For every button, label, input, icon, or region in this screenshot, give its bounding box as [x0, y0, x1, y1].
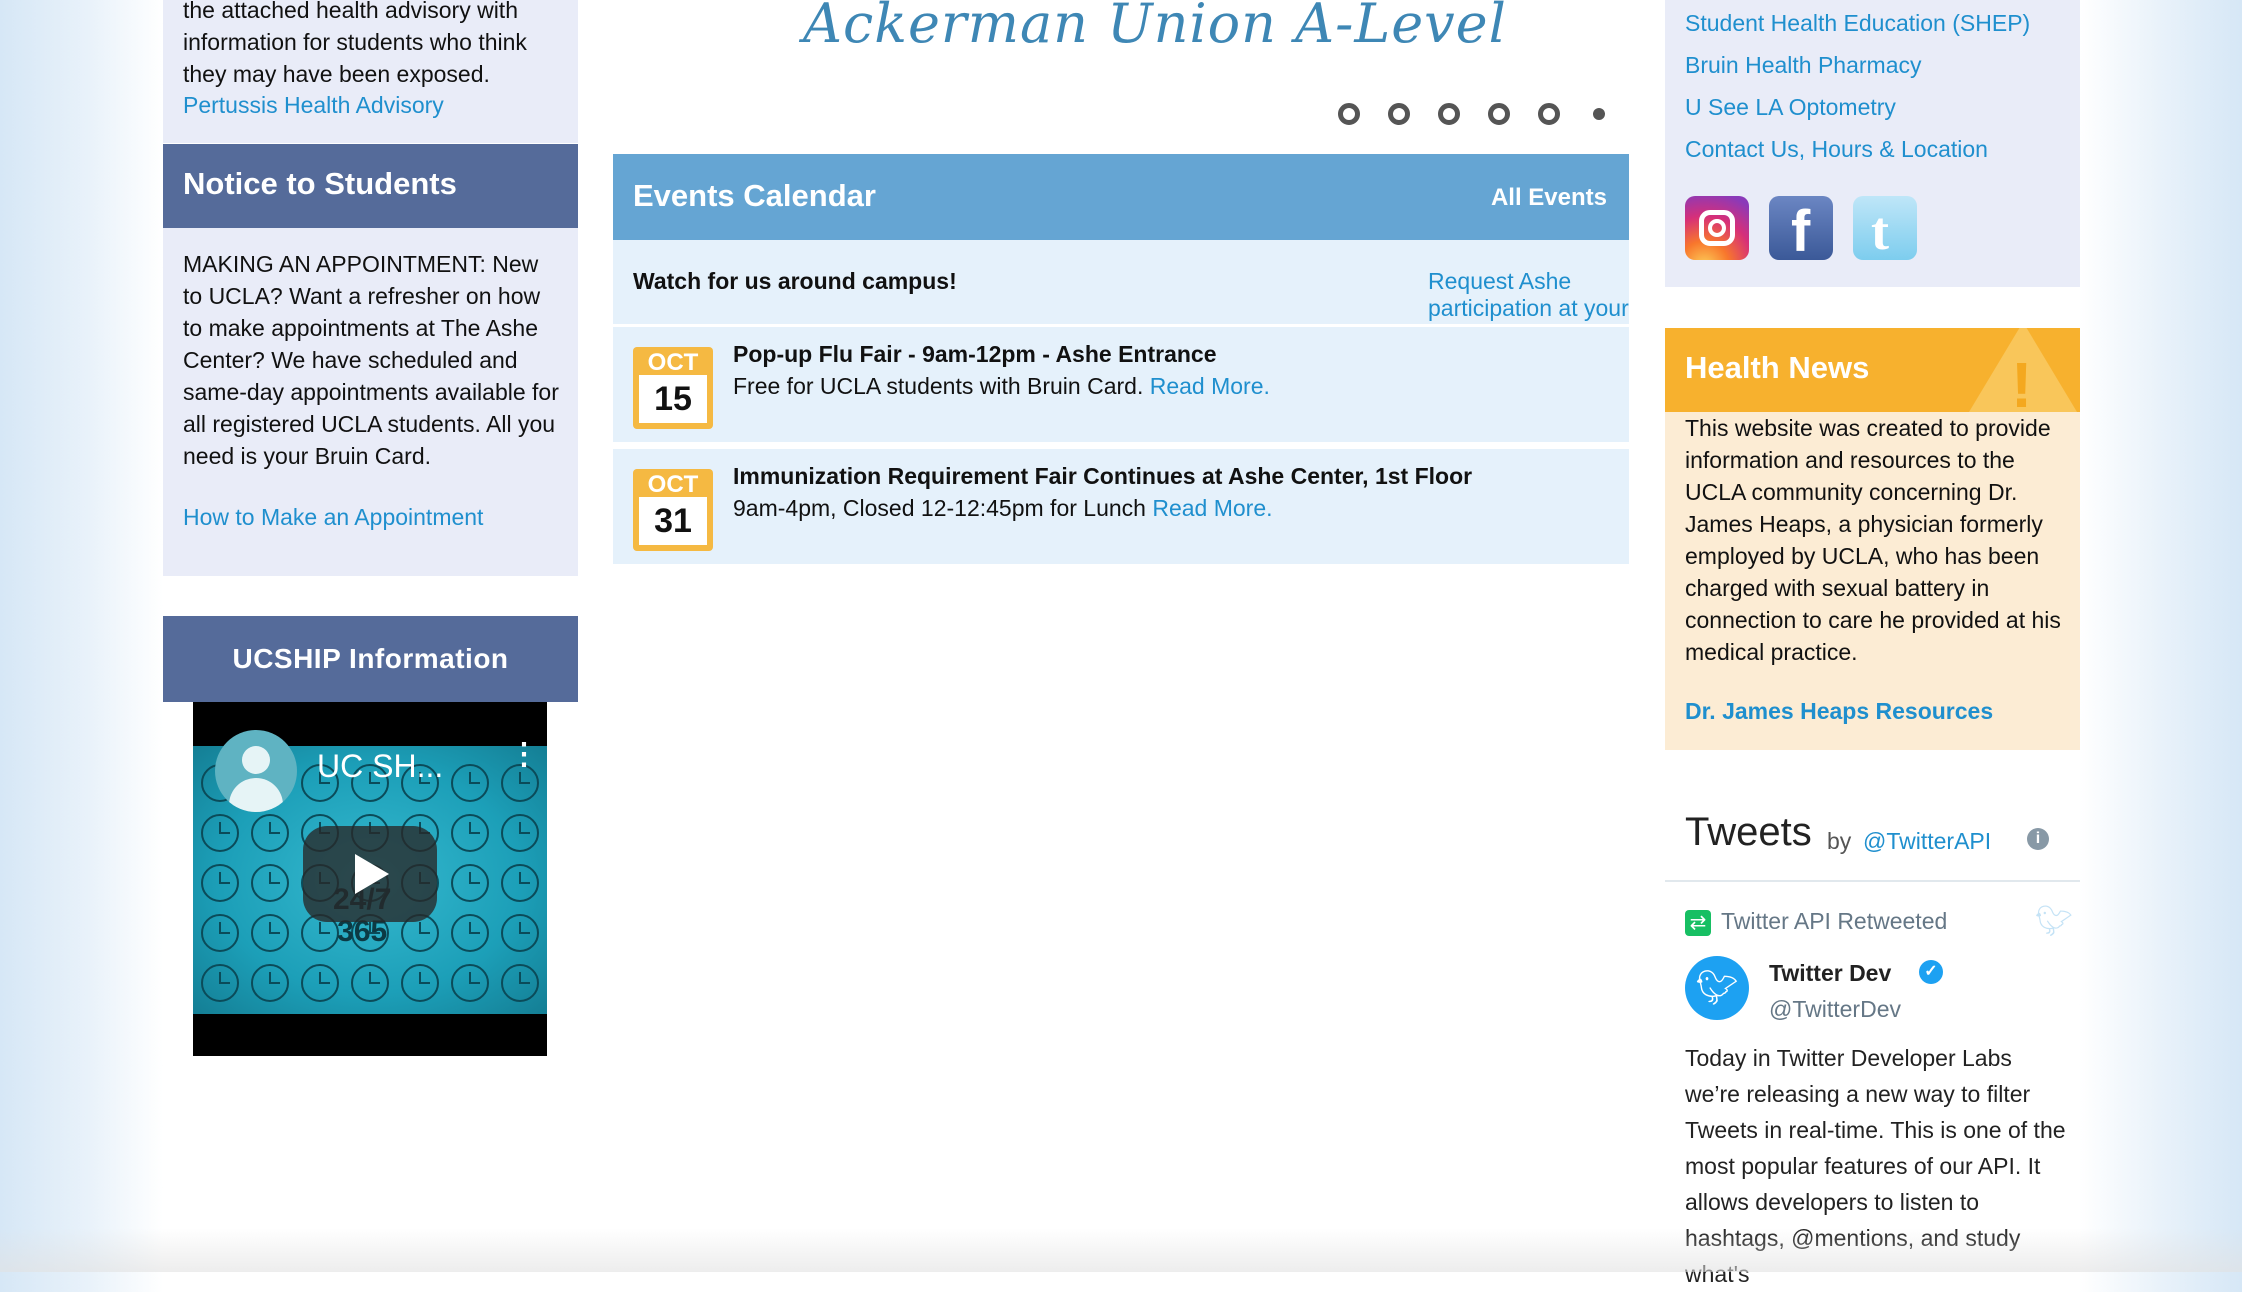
clock-icon: [501, 814, 539, 852]
calendar-date-icon: OCT 15: [633, 347, 713, 429]
events-intro: Watch for us around campus! Request Ashe…: [613, 240, 1629, 348]
pharmacy-link[interactable]: Bruin Health Pharmacy: [1685, 52, 1922, 79]
clock-icon: [251, 964, 289, 1002]
divider: [1665, 880, 2080, 882]
play-icon: [355, 854, 389, 894]
clock-icon: [451, 964, 489, 1002]
event-title: Pop-up Flu Fair - 9am-12pm - Ashe Entran…: [733, 341, 1217, 367]
tweet-author-handle[interactable]: @TwitterDev: [1769, 996, 1901, 1023]
slider-dot[interactable]: [1538, 103, 1560, 125]
instagram-icon[interactable]: [1685, 196, 1749, 260]
health-news-title: Health News: [1685, 350, 1870, 385]
tweet-author-name[interactable]: Twitter Dev: [1769, 960, 1891, 987]
slider-dots: [1338, 103, 1633, 125]
twitter-icon[interactable]: t: [1853, 196, 1917, 261]
event-description-text: 9am-4pm, Closed 12-12:45pm for Lunch: [733, 495, 1146, 521]
event-description: Free for UCLA students with Bruin Card. …: [733, 373, 1270, 400]
channel-avatar-icon[interactable]: [215, 730, 297, 812]
notice-text: MAKING AN APPOINTMENT: New to UCLA? Want…: [183, 251, 559, 469]
clock-icon: [251, 914, 289, 952]
clock-icon: [451, 814, 489, 852]
play-button[interactable]: [303, 826, 437, 922]
health-news-panel: This website was created to provide info…: [1665, 412, 2080, 750]
event-description: 9am-4pm, Closed 12-12:45pm for Lunch Rea…: [733, 495, 1273, 522]
events-title: Events Calendar: [633, 178, 876, 213]
clock-icon: [201, 964, 239, 1002]
clock-icon: [251, 814, 289, 852]
event-month: OCT: [647, 471, 699, 498]
ucship-title: UCSHIP Information: [232, 643, 509, 674]
verified-badge-icon: ✓: [1919, 960, 1943, 984]
events-header: Events Calendar All Events: [613, 154, 1629, 240]
clock-icon: [301, 964, 339, 1002]
video-more-icon[interactable]: ⋮: [509, 740, 539, 770]
info-icon[interactable]: i: [2027, 828, 2049, 850]
facebook-icon[interactable]: f: [1769, 196, 1833, 264]
clock-icon: [201, 864, 239, 902]
event-title: Immunization Requirement Fair Continues …: [733, 463, 1473, 489]
clock-icon: [251, 864, 289, 902]
event-read-more-link[interactable]: Read More.: [1150, 373, 1270, 399]
bottom-fade: [0, 1228, 2242, 1272]
heaps-resources-link[interactable]: Dr. James Heaps Resources: [1685, 698, 1993, 725]
video-title[interactable]: UC SH...: [317, 748, 443, 785]
retweet-icon: ⇄: [1685, 910, 1711, 936]
ucship-header: UCSHIP Information: [163, 616, 578, 702]
clock-icon: [501, 914, 539, 952]
advisory-text: the attached health advisory with inform…: [183, 0, 527, 87]
quick-links-panel: Student Health Education (SHEP) Bruin He…: [1665, 0, 2080, 287]
event-day: 31: [639, 497, 707, 545]
event-month: OCT: [647, 349, 699, 376]
twitter-dev-avatar[interactable]: 🐦︎: [1685, 956, 1749, 1020]
twitterapi-link[interactable]: @TwitterAPI: [1863, 828, 1991, 855]
health-news-text: This website was created to provide info…: [1685, 415, 2061, 665]
clock-icon: [451, 764, 489, 802]
notice-header: Notice to Students: [163, 144, 578, 228]
page-content: the attached health advisory with inform…: [163, 0, 2080, 1287]
event-item: OCT 15 Pop-up Flu Fair - 9am-12pm - Ashe…: [613, 324, 1629, 442]
notice-title: Notice to Students: [183, 166, 457, 201]
contact-link[interactable]: Contact Us, Hours & Location: [1685, 136, 1988, 163]
events-intro-text: Watch for us around campus!: [633, 268, 957, 294]
clock-icon: [501, 864, 539, 902]
event-description-text: Free for UCLA students with Bruin Card.: [733, 373, 1144, 399]
twitter-bird-icon[interactable]: 🐦︎: [2035, 904, 2073, 939]
clock-icon: [351, 964, 389, 1002]
twitter-timeline: Tweets by @TwitterAPI i ⇄ Twitter API Re…: [1665, 790, 2080, 1287]
clock-icon: [451, 914, 489, 952]
shep-link[interactable]: Student Health Education (SHEP): [1685, 10, 2030, 37]
event-item: OCT 31 Immunization Requirement Fair Con…: [613, 446, 1629, 564]
slider-dot[interactable]: [1438, 103, 1460, 125]
clock-icon: [401, 964, 439, 1002]
advisory-panel: the attached health advisory with inform…: [163, 0, 578, 143]
health-news-header: Health News !: [1665, 328, 2080, 412]
slider-dot[interactable]: [1388, 103, 1410, 125]
retweet-label: Twitter API Retweeted: [1721, 908, 1948, 934]
slider-dot[interactable]: [1338, 103, 1360, 125]
clock-icon: [201, 914, 239, 952]
pertussis-advisory-link[interactable]: Pertussis Health Advisory: [183, 92, 444, 119]
tweets-by: by: [1827, 828, 1852, 854]
clock-icon: [501, 964, 539, 1002]
optometry-link[interactable]: U See LA Optometry: [1685, 94, 1896, 121]
event-read-more-link[interactable]: Read More.: [1152, 495, 1272, 521]
notice-panel: MAKING AN APPOINTMENT: New to UCLA? Want…: [163, 228, 578, 576]
ucship-video-player[interactable]: 24/7 365 UC SH... ⋮: [193, 702, 547, 1056]
event-day: 15: [639, 375, 707, 423]
slider-dot[interactable]: [1488, 103, 1510, 125]
exclamation-icon: !: [2011, 349, 2033, 412]
make-appointment-link[interactable]: How to Make an Appointment: [183, 504, 483, 531]
clock-icon: [201, 814, 239, 852]
calendar-date-icon: OCT 31: [633, 469, 713, 551]
tweets-header: Tweets: [1685, 810, 1812, 854]
slider-caption: Ackerman Union A-Level: [803, 0, 1507, 55]
slider-dot[interactable]: [1593, 108, 1605, 120]
clock-icon: [451, 864, 489, 902]
all-events-link[interactable]: All Events: [1491, 184, 1607, 212]
